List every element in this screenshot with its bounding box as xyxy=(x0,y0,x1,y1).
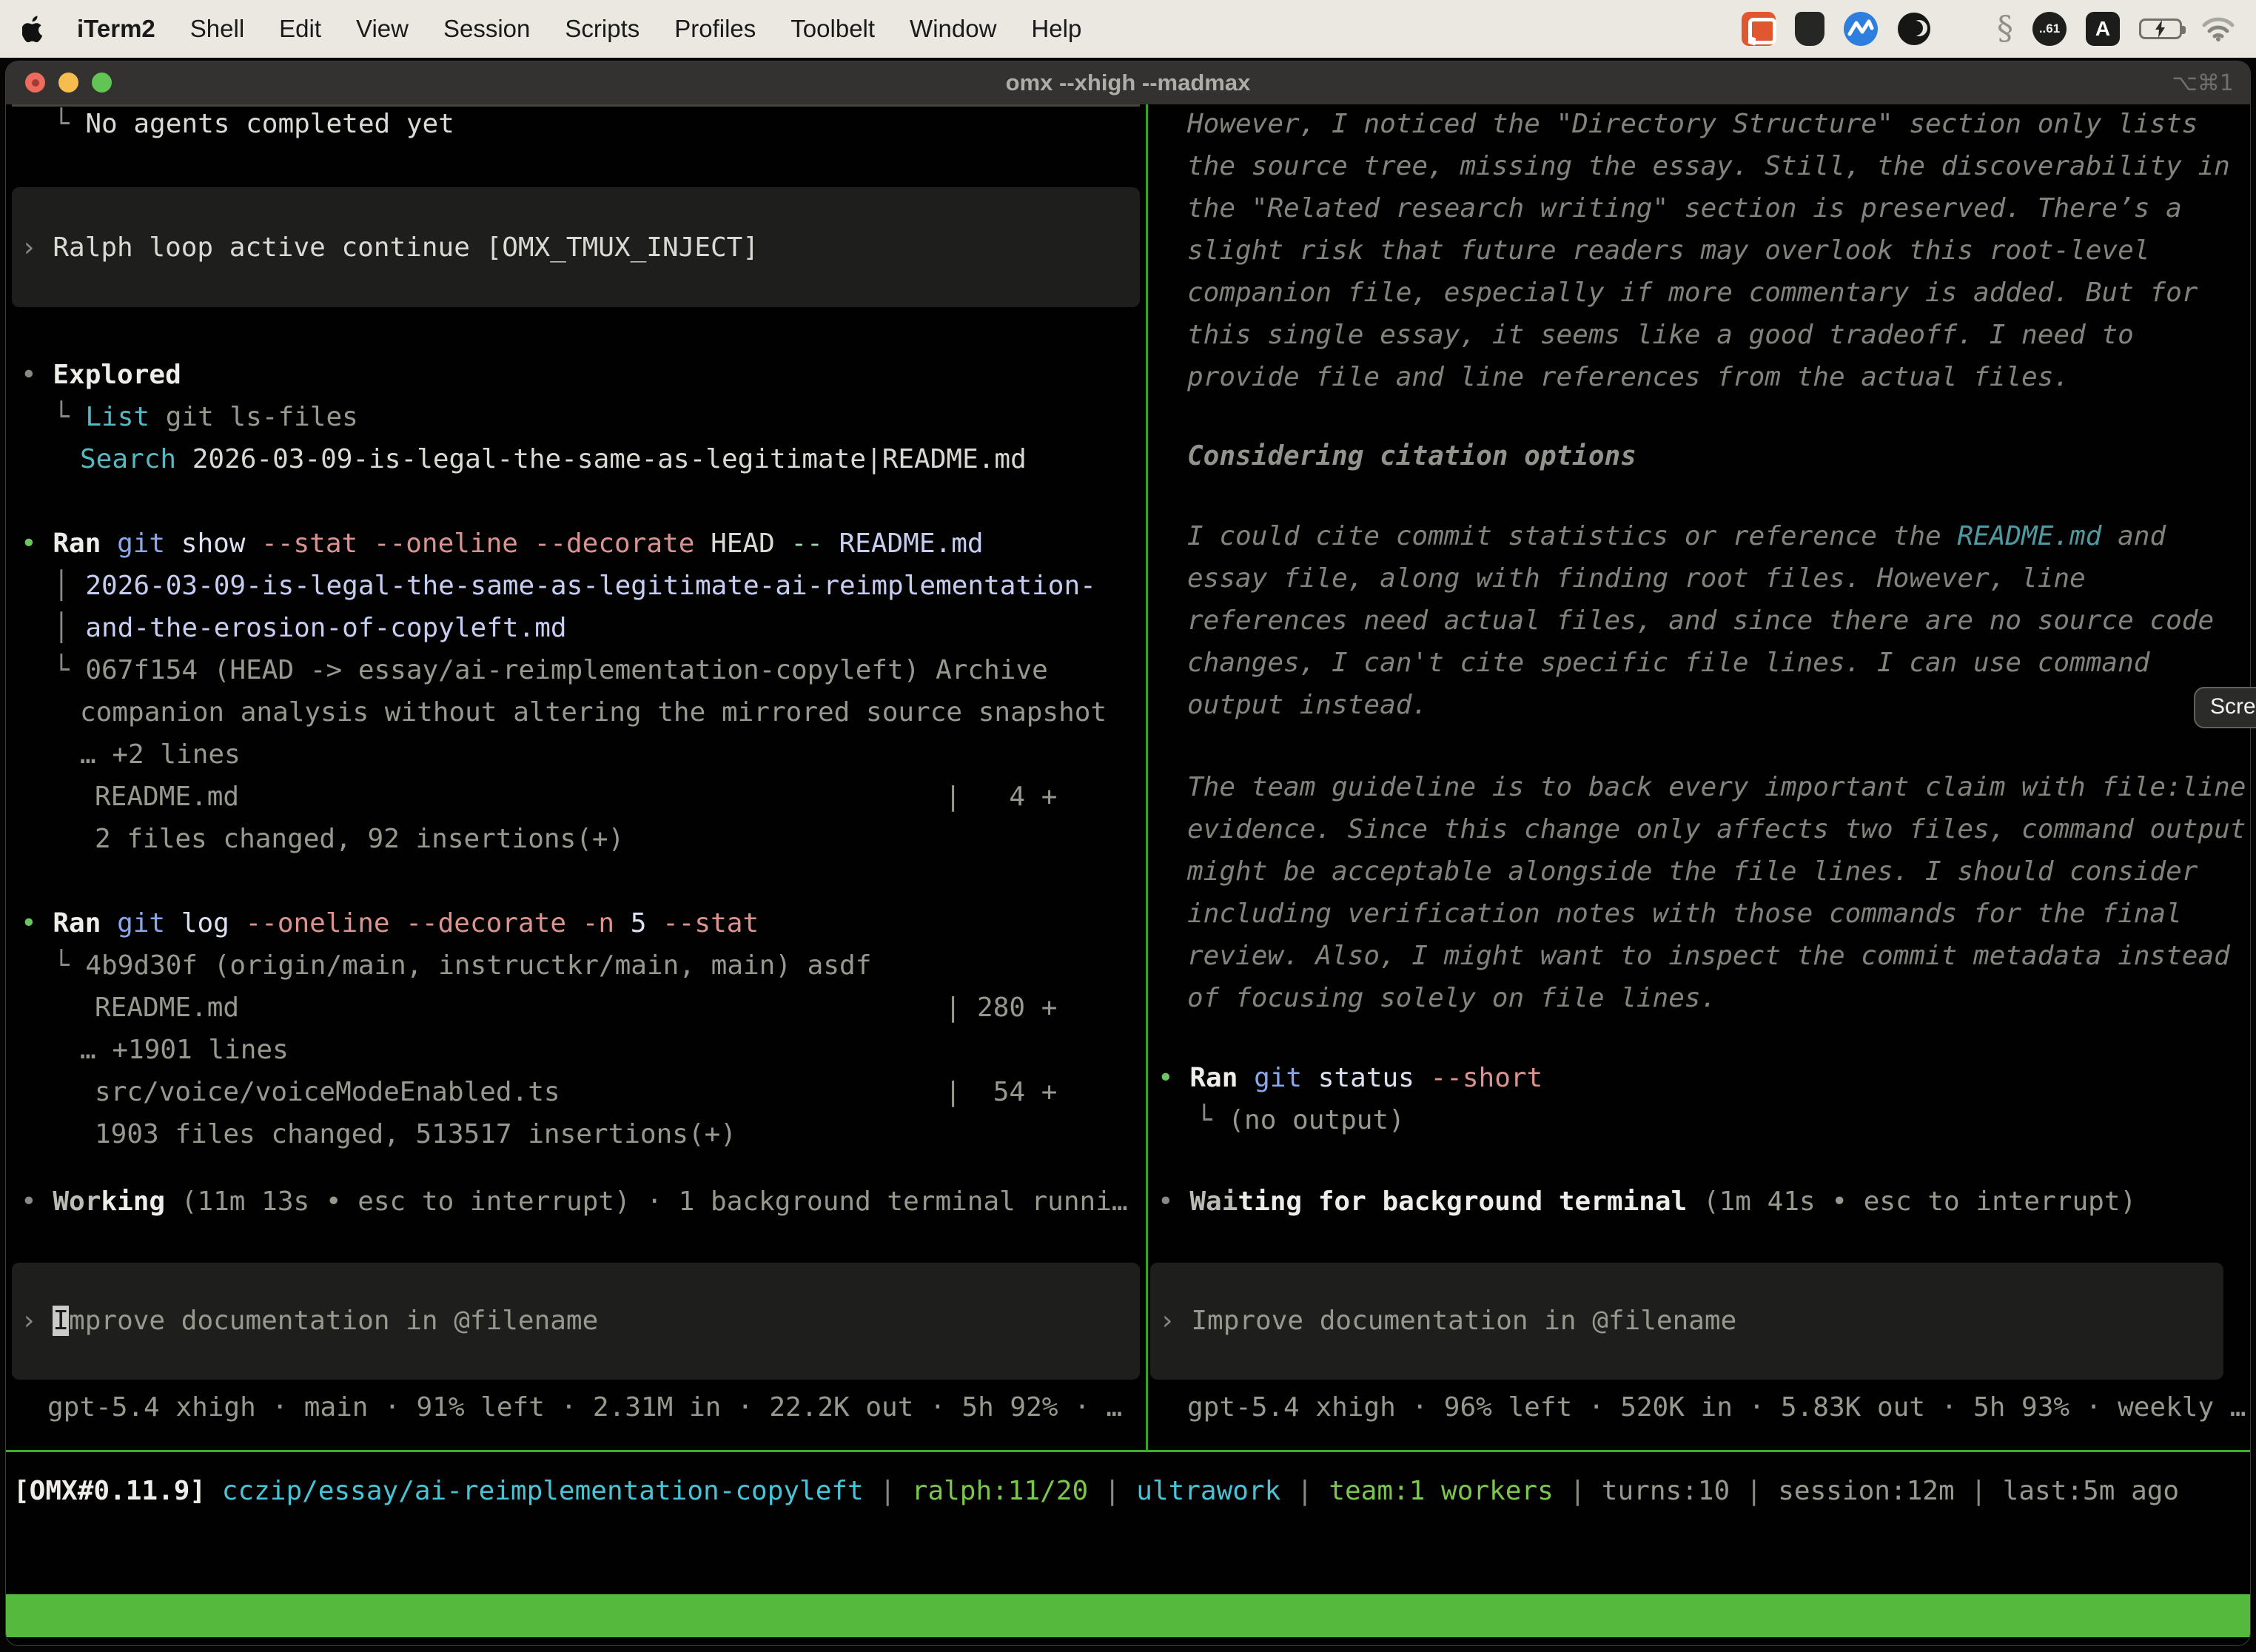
reasoning-line: might be acceptable alongside the file l… xyxy=(1187,850,2198,893)
reasoning-line: However, I noticed the "Directory Struct… xyxy=(1187,103,2198,145)
reasoning-line: output instead. xyxy=(1187,684,1428,726)
reasoning-line: I could cite commit statistics or refere… xyxy=(1187,515,2166,557)
apple-menu-icon[interactable] xyxy=(22,14,47,44)
tmux-window-label: [omx-cczip0:bash* xyxy=(13,1637,286,1646)
zigzag-icon[interactable] xyxy=(1844,12,1878,46)
window-shortcut-badge: ⌥⌘1 xyxy=(2172,70,2234,96)
terminal-content: └ No agents completed yet › Ralph loop a… xyxy=(6,104,2250,1645)
reasoning-line: companion file, especially if more comme… xyxy=(1187,272,2198,314)
reasoning-line: the "Related research writing" section i… xyxy=(1187,187,2182,229)
menu-item-scripts[interactable]: Scripts xyxy=(565,15,639,43)
pane-divider-horizontal xyxy=(6,1450,2250,1452)
chat-icon[interactable] xyxy=(1742,12,1776,46)
reasoning-line: provide file and line references from th… xyxy=(1187,356,2069,398)
diffstat-line: src/voice/voiceModeEnabled.ts | 54 + xyxy=(95,1071,1057,1113)
output-line: └ 067f154 (HEAD -> essay/ai-reimplementa… xyxy=(53,649,1048,691)
squiggle-icon[interactable]: § xyxy=(1997,12,2013,46)
session-stats-left: gpt-5.4 xhigh · main · 91% left · 2.31M … xyxy=(47,1386,1122,1428)
macos-menu-bar: iTerm2 Shell Edit View Session Scripts P… xyxy=(0,0,2256,58)
reasoning-line: slight risk that future readers may over… xyxy=(1187,229,2149,272)
command-line-git-log: • Ran git log --oneline --decorate -n 5 … xyxy=(21,902,759,944)
output-truncation-line: … +2 lines xyxy=(80,733,241,776)
diffstat-summary-line: 2 files changed, 92 insertions(+) xyxy=(95,818,624,860)
reasoning-line: of focusing solely on file lines. xyxy=(1187,977,1716,1019)
menu-item-shell[interactable]: Shell xyxy=(190,15,244,43)
output-truncation-line: … +1901 lines xyxy=(80,1029,289,1071)
menu-item-help[interactable]: Help xyxy=(1031,15,1081,43)
output-line: └ (no output) xyxy=(1196,1099,1405,1141)
diffstat-line: README.md | 4 + xyxy=(95,776,1057,818)
command-line-git-show: • Ran git show --stat --oneline --decora… xyxy=(21,523,984,565)
reasoning-heading: Considering citation options xyxy=(1187,435,1636,477)
output-line: companion analysis without altering the … xyxy=(80,691,1107,733)
agents-note-line: └ No agents completed yet xyxy=(53,103,454,145)
shield-grid-icon[interactable] xyxy=(1795,12,1824,46)
explored-search-line: Search 2026-03-09-is-legal-the-same-as-l… xyxy=(80,438,1027,480)
diffstat-summary-line: 1903 files changed, 513517 insertions(+) xyxy=(95,1113,736,1155)
iterm2-window: omx --xhigh --madmax ⌥⌘1 └ No agents com… xyxy=(5,61,2251,1646)
menu-item-session[interactable]: Session xyxy=(443,15,530,43)
reasoning-line: changes, I can't cite specific file line… xyxy=(1187,642,2149,684)
tmux-status-bar: [omx-cczip0:bash* "MacBook-Pro-44.local"… xyxy=(6,1594,2250,1637)
menu-item-edit[interactable]: Edit xyxy=(279,15,321,43)
reasoning-line: essay file, along with finding root file… xyxy=(1187,557,2086,600)
crescent-icon[interactable] xyxy=(1897,12,1931,46)
menu-item-iterm2[interactable]: iTerm2 xyxy=(77,15,155,43)
command-line-git-status: • Ran git status --short xyxy=(1158,1057,1542,1099)
command-arg-line: │ 2026-03-09-is-legal-the-same-as-legiti… xyxy=(53,565,1096,607)
window-title-bar[interactable]: omx --xhigh --madmax ⌥⌘1 xyxy=(6,61,2250,104)
zoom-button[interactable] xyxy=(92,73,112,93)
pane-divider-vertical[interactable] xyxy=(1146,104,1148,1452)
reasoning-line: The team guideline is to back every impo… xyxy=(1187,766,2246,808)
close-button[interactable] xyxy=(25,73,45,93)
reasoning-line: the source tree, missing the essay. Stil… xyxy=(1187,145,2230,187)
ralph-inject-line: › Ralph loop active continue [OMX_TMUX_I… xyxy=(21,226,759,269)
menu-item-window[interactable]: Window xyxy=(910,15,996,43)
menu-item-view[interactable]: View xyxy=(356,15,409,43)
battery-icon[interactable] xyxy=(2139,19,2182,39)
menu-items: iTerm2 Shell Edit View Session Scripts P… xyxy=(77,15,1081,43)
working-status-line: • Working (11m 13s • esc to interrupt) ·… xyxy=(21,1181,1128,1223)
prompt-text-right[interactable]: › Improve documentation in @filename xyxy=(1159,1300,1736,1342)
desktop: iTerm2 Shell Edit View Session Scripts P… xyxy=(0,0,2256,1652)
menu-item-profiles[interactable]: Profiles xyxy=(674,15,756,43)
minimize-button[interactable] xyxy=(58,73,78,93)
reasoning-line: evidence. Since this change only affects… xyxy=(1187,808,2246,850)
reasoning-line: this single essay, it seems like a good … xyxy=(1187,314,2134,356)
reasoning-line: references need actual files, and since … xyxy=(1187,600,2214,642)
reasoning-line: review. Also, I might want to inspect th… xyxy=(1187,935,2230,977)
screen-tooltip: Scre xyxy=(2194,687,2256,728)
window-title: omx --xhigh --madmax xyxy=(1006,70,1251,96)
traffic-lights xyxy=(25,73,112,93)
explored-header-line: • Explored xyxy=(21,354,181,396)
reasoning-line: including verification notes with those … xyxy=(1187,893,2182,935)
menu-bar-status-icons: § ..61 A xyxy=(1742,12,2246,46)
command-arg-line: │ and-the-erosion-of-copyleft.md xyxy=(53,607,567,649)
waiting-status-line: • Waiting for background terminal (1m 41… xyxy=(1158,1181,2136,1223)
prompt-text-left[interactable]: › Improve documentation in @filename xyxy=(21,1300,598,1342)
badge-61-icon[interactable]: ..61 xyxy=(2032,12,2067,46)
assistant-a-icon[interactable]: A xyxy=(2086,12,2120,46)
menu-item-toolbelt[interactable]: Toolbelt xyxy=(790,15,875,43)
dots-grid-icon[interactable] xyxy=(1950,16,1978,43)
wifi-icon[interactable] xyxy=(2201,16,2235,41)
output-line: └ 4b9d30f (origin/main, instructkr/main,… xyxy=(53,944,871,987)
session-stats-right: gpt-5.4 xhigh · 96% left · 520K in · 5.8… xyxy=(1187,1386,2246,1428)
explored-list-line: └ List git ls-files xyxy=(53,396,358,438)
diffstat-line: README.md | 280 + xyxy=(95,987,1057,1029)
omx-status-line: [OMX#0.11.9] cczip/essay/ai-reimplementa… xyxy=(13,1470,2179,1512)
